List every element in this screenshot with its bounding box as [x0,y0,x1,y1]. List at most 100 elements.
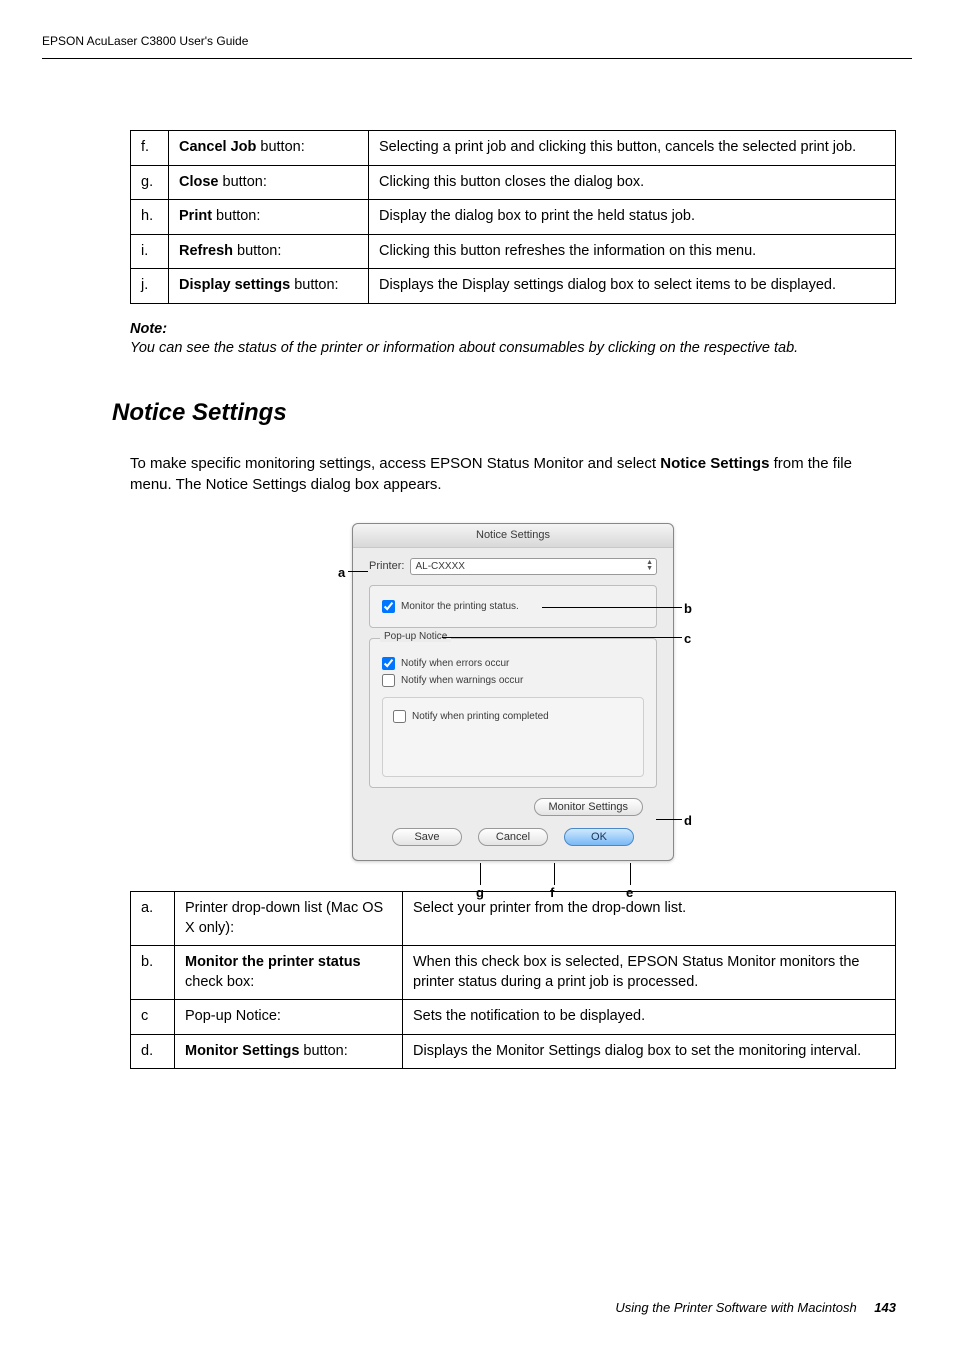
row-desc: Clicking this button refreshes the infor… [369,234,896,269]
table-row: a. Printer drop-down list (Mac OS X only… [131,891,896,945]
row-label-bold: Monitor the printer status [185,954,361,970]
row-label-bold: Close [179,174,219,190]
row-desc: Clicking this button closes the dialog b… [369,165,896,200]
note-body: You can see the status of the printer or… [130,339,896,359]
printing-completed-subgroup: Notify when printing completed [382,697,644,777]
callout-f: f [550,885,554,900]
dialog-buttons-row: Save Cancel OK [353,828,673,846]
row-desc: Display the dialog box to print the held… [369,200,896,235]
monitor-settings-btn-row: Monitor Settings [369,798,657,816]
row-label-rest: button: [290,277,338,293]
row-label-rest: check box: [185,974,254,990]
printer-row: Printer: AL-CXXXX ▲▼ [369,558,657,575]
monitor-status-label: Monitor the printing status. [401,601,519,612]
notify-warnings-checkbox[interactable] [382,674,395,687]
notify-errors-checkbox[interactable] [382,657,395,670]
row-label-rest: button: [299,1043,347,1059]
ok-button[interactable]: OK [564,828,634,846]
connector-line [348,571,368,572]
notify-warnings-label: Notify when warnings occur [401,675,523,686]
page-number: 143 [874,1300,896,1315]
notify-errors-row[interactable]: Notify when errors occur [382,657,644,670]
table-row: h. Print button: Display the dialog box … [131,200,896,235]
row-index: i. [131,234,169,269]
row-index: c [131,1000,175,1035]
row-label-rest: button: [233,243,281,259]
header-rule [42,58,912,59]
row-label-rest: button: [219,174,267,190]
table-row: g. Close button: Clicking this button cl… [131,165,896,200]
row-label-bold: Refresh [179,243,233,259]
row-desc: Displays the Display settings dialog box… [369,269,896,304]
callout-c: c [684,631,691,646]
monitor-status-checkbox[interactable] [382,600,395,613]
connector-line [656,819,682,820]
notice-settings-dialog: Notice Settings Printer: AL-CXXXX ▲▼ Mon… [352,523,674,861]
callout-d: d [684,813,692,828]
callout-a: a [338,565,345,580]
table-row: i. Refresh button: Clicking this button … [131,234,896,269]
page-footer: Using the Printer Software with Macintos… [615,1300,896,1315]
dialog-holder: Notice Settings Printer: AL-CXXXX ▲▼ Mon… [352,523,674,861]
notify-completed-checkbox[interactable] [393,710,406,723]
table-row: b. Monitor the printer status check box:… [131,946,896,1000]
row-desc: Displays the Monitor Settings dialog box… [403,1034,896,1069]
row-label: Close button: [169,165,369,200]
row-label: Monitor Settings button: [175,1034,403,1069]
notify-completed-row[interactable]: Notify when printing completed [393,710,633,723]
dialog-wrap: Notice Settings Printer: AL-CXXXX ▲▼ Mon… [130,523,896,861]
row-label: Display settings button: [169,269,369,304]
row-desc: Sets the notification to be displayed. [403,1000,896,1035]
section-heading: Notice Settings [112,399,896,427]
connector-line [554,863,555,885]
callout-table: a. Printer drop-down list (Mac OS X only… [130,891,896,1069]
save-button[interactable]: Save [392,828,462,846]
dialog-title: Notice Settings [353,524,673,548]
printer-dropdown[interactable]: AL-CXXXX ▲▼ [410,558,657,575]
notify-errors-label: Notify when errors occur [401,658,509,669]
para-bold: Notice Settings [660,455,769,472]
note-block: Note: You can see the status of the prin… [130,320,896,359]
row-label-rest: Printer drop-down list (Mac OS X only): [185,900,383,936]
row-index: j. [131,269,169,304]
table-row: d. Monitor Settings button: Displays the… [131,1034,896,1069]
page-content: f. Cancel Job button: Selecting a print … [130,130,896,1069]
row-index: f. [131,131,169,166]
row-label: Monitor the printer status check box: [175,946,403,1000]
row-label: Print button: [169,200,369,235]
connector-line [630,863,631,885]
header-text: EPSON AcuLaser C3800 User's Guide [42,34,248,48]
row-label: Cancel Job button: [169,131,369,166]
printer-dropdown-value: AL-CXXXX [415,561,464,572]
section-paragraph: To make specific monitoring settings, ac… [130,453,896,495]
row-label: Pop-up Notice: [175,1000,403,1035]
notify-warnings-row[interactable]: Notify when warnings occur [382,674,644,687]
table-row: f. Cancel Job button: Selecting a print … [131,131,896,166]
cancel-button[interactable]: Cancel [478,828,548,846]
monitor-settings-button[interactable]: Monitor Settings [534,798,643,816]
popup-notice-legend: Pop-up Notice [380,631,451,642]
connector-line [542,607,682,608]
row-label-rest: button: [212,208,260,224]
row-index: b. [131,946,175,1000]
dialog-body: Printer: AL-CXXXX ▲▼ Monitor the printin… [353,548,673,816]
callout-g: g [476,885,484,900]
connector-line [480,863,481,885]
note-title: Note: [130,320,896,340]
row-index: d. [131,1034,175,1069]
notify-completed-label: Notify when printing completed [412,711,549,722]
callout-e: e [626,885,633,900]
row-label-bold: Monitor Settings [185,1043,299,1059]
row-label: Refresh button: [169,234,369,269]
row-label-bold: Cancel Job [179,139,256,155]
row-desc: When this check box is selected, EPSON S… [403,946,896,1000]
table-row: j. Display settings button: Displays the… [131,269,896,304]
buttons-table-1: f. Cancel Job button: Selecting a print … [130,130,896,304]
popup-notice-group: Pop-up Notice Notify when errors occur N… [369,638,657,788]
row-index: g. [131,165,169,200]
chevron-updown-icon: ▲▼ [646,560,653,572]
footer-text: Using the Printer Software with Macintos… [615,1300,856,1315]
row-desc: Selecting a print job and clicking this … [369,131,896,166]
row-label-rest: button: [256,139,304,155]
row-label-bold: Print [179,208,212,224]
